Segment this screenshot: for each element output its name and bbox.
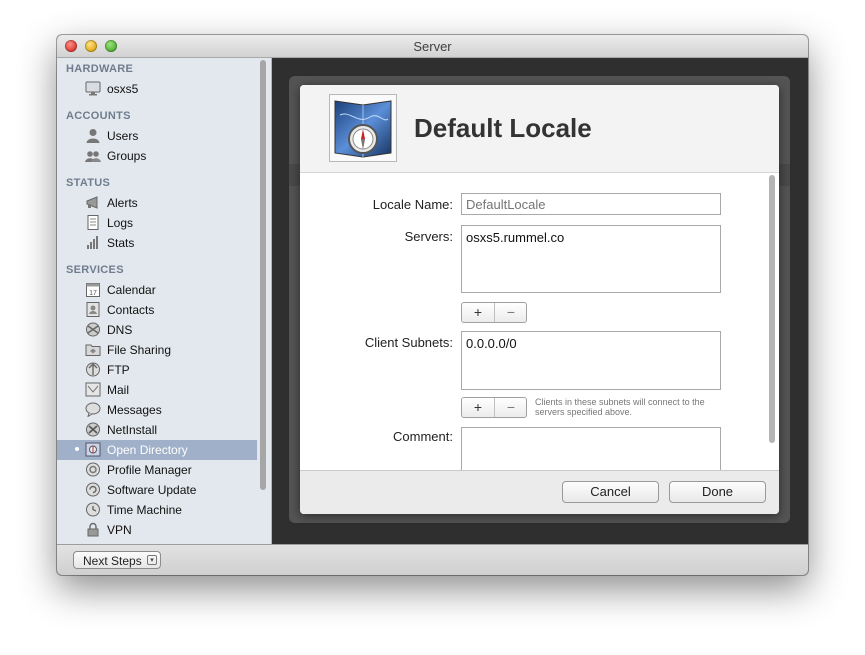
server-window: Server HARDWARE osxs5 ACCOUNTS Users Gro… (57, 35, 808, 575)
time-machine-icon (85, 502, 101, 517)
section-heading-hardware: HARDWARE (66, 63, 134, 75)
remove-subnet-button[interactable]: − (495, 398, 527, 417)
mail-icon (85, 382, 101, 397)
sheet-footer: Cancel Done (300, 470, 779, 514)
sidebar-item-label: Groups (107, 149, 147, 163)
sidebar-item-ftp[interactable]: FTP (57, 360, 257, 380)
netinstall-icon (85, 422, 101, 437)
calendar-icon: 17 (85, 282, 101, 297)
sidebar: HARDWARE osxs5 ACCOUNTS Users Groups STA… (57, 58, 272, 544)
content-area: Default Locale Locale Name: Servers: osx… (272, 58, 808, 544)
subnet-entry[interactable]: 0.0.0.0/0 (466, 336, 517, 351)
servers-label: Servers: (404, 229, 453, 244)
selection-bullet (75, 447, 79, 451)
client-subnets-list[interactable]: 0.0.0.0/0 (461, 331, 721, 390)
compass-icon (329, 94, 397, 162)
bar-chart-icon (85, 235, 101, 250)
sidebar-item-osxs5[interactable]: osxs5 (57, 79, 257, 99)
sidebar-item-label: Alerts (107, 196, 138, 210)
locale-name-field[interactable] (461, 193, 721, 215)
sidebar-item-label: NetInstall (107, 423, 158, 437)
sidebar-item-profile-manager[interactable]: Profile Manager (57, 460, 257, 480)
sidebar-item-label: Profile Manager (107, 463, 192, 477)
sheet-title: Default Locale (414, 113, 592, 143)
sidebar-item-label: Contacts (107, 303, 155, 317)
sidebar-item-label: osxs5 (107, 82, 139, 96)
sidebar-item-vpn[interactable]: VPN (57, 520, 257, 540)
add-server-button[interactable]: + (462, 303, 495, 322)
sidebar-item-time-machine[interactable]: Time Machine (57, 500, 257, 520)
remove-server-button[interactable]: − (495, 303, 527, 322)
sidebar-item-label: Mail (107, 383, 130, 397)
profile-manager-icon (85, 462, 101, 477)
next-steps-button[interactable]: Next Steps ▾ (73, 551, 161, 569)
chevron-down-icon: ▾ (147, 555, 157, 565)
sidebar-item-groups[interactable]: Groups (57, 146, 257, 166)
done-button[interactable]: Done (669, 481, 766, 503)
sidebar-item-alerts[interactable]: Alerts (57, 193, 257, 213)
servers-add-remove: + − (461, 302, 527, 323)
add-subnet-button[interactable]: + (462, 398, 495, 417)
sidebar-item-logs[interactable]: Logs (57, 213, 257, 233)
comment-label: Comment: (393, 429, 453, 444)
ftp-icon (85, 362, 101, 377)
locale-name-label: Locale Name: (372, 197, 453, 212)
svg-text:17: 17 (89, 290, 97, 297)
sidebar-item-label: VPN (107, 523, 132, 537)
sidebar-item-label: FTP (107, 363, 130, 377)
sidebar-item-software-update[interactable]: Software Update (57, 480, 257, 500)
server-entry[interactable]: osxs5.rummel.co (466, 230, 564, 245)
sidebar-item-label: Software Update (107, 483, 197, 497)
sidebar-item-stats[interactable]: Stats (57, 233, 257, 253)
sidebar-item-label: Logs (107, 216, 134, 230)
computer-icon (85, 81, 101, 96)
messages-icon (85, 402, 101, 418)
section-heading-accounts: ACCOUNTS (66, 110, 131, 122)
sidebar-item-label: Users (107, 129, 139, 143)
dns-icon (85, 322, 101, 337)
sidebar-item-label: DNS (107, 323, 133, 337)
sidebar-item-contacts[interactable]: Contacts (57, 300, 257, 320)
lock-icon (85, 522, 101, 537)
sidebar-item-calendar[interactable]: 17 Calendar (57, 280, 257, 300)
sidebar-item-users[interactable]: Users (57, 126, 257, 146)
sidebar-item-open-directory[interactable]: Open Directory (57, 440, 257, 460)
sidebar-scroll-thumb[interactable] (260, 60, 266, 490)
sidebar-item-label: Open Directory (107, 443, 188, 457)
servers-list[interactable]: osxs5.rummel.co (461, 225, 721, 293)
subnets-add-remove: + − (461, 397, 527, 418)
document-icon (85, 215, 101, 230)
subnets-hint: Clients in these subnets will connect to… (535, 397, 705, 417)
next-steps-label: Next Steps (83, 554, 142, 568)
sheet-scrollbar[interactable] (768, 175, 776, 471)
cancel-button[interactable]: Cancel (562, 481, 659, 503)
user-icon (85, 128, 101, 143)
sheet-scroll-thumb[interactable] (769, 175, 775, 443)
sidebar-item-label: Calendar (107, 283, 156, 297)
default-locale-sheet: Default Locale Locale Name: Servers: osx… (300, 85, 779, 514)
window-title: Server (413, 39, 452, 54)
folder-icon (85, 342, 101, 357)
megaphone-icon (85, 195, 101, 210)
sidebar-item-label: Stats (107, 236, 135, 250)
sheet-header: Default Locale (300, 85, 779, 173)
section-heading-services: SERVICES (66, 264, 124, 276)
sidebar-item-file-sharing[interactable]: File Sharing (57, 340, 257, 360)
client-subnets-label: Client Subnets: (364, 335, 453, 350)
open-directory-icon (85, 442, 101, 457)
sidebar-item-label: Messages (107, 403, 162, 417)
sidebar-item-mail[interactable]: Mail (57, 380, 257, 400)
software-update-icon (85, 482, 101, 497)
bottom-bar: Next Steps ▾ (57, 544, 808, 575)
sidebar-item-netinstall[interactable]: NetInstall (57, 420, 257, 440)
sidebar-item-label: Time Machine (107, 503, 182, 517)
title-bar: Server (57, 35, 808, 58)
group-icon (85, 148, 101, 163)
contacts-icon (85, 302, 101, 317)
sidebar-item-label: File Sharing (107, 343, 172, 357)
section-heading-status: STATUS (66, 177, 111, 189)
sidebar-scrollbar[interactable] (259, 60, 267, 492)
sidebar-item-dns[interactable]: DNS (57, 320, 257, 340)
sidebar-item-messages[interactable]: Messages (57, 400, 257, 420)
